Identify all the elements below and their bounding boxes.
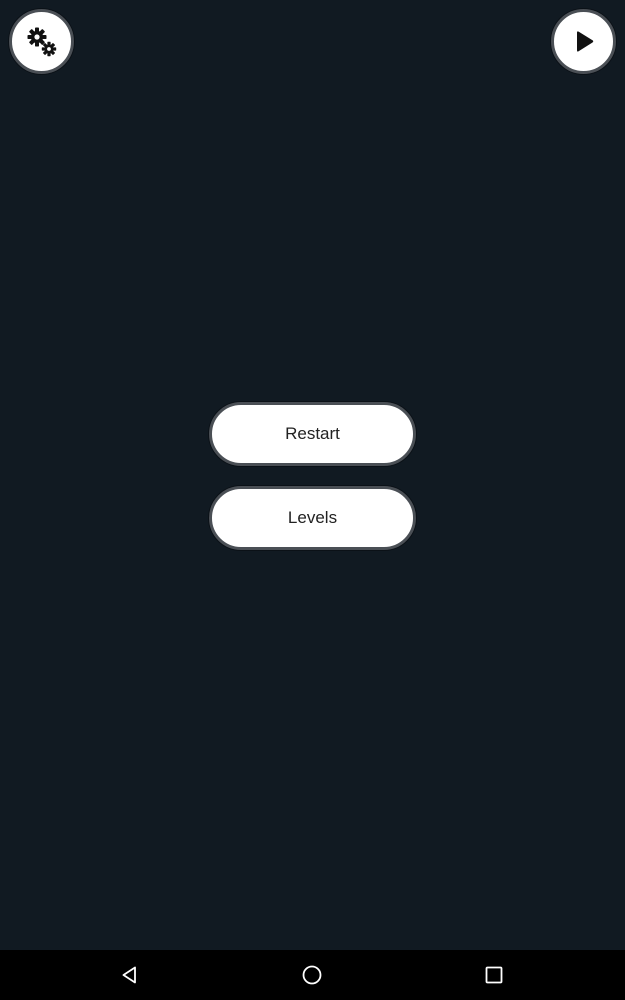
restart-label: Restart <box>285 424 340 443</box>
circle-home-icon <box>302 965 322 985</box>
levels-label: Levels <box>287 508 338 527</box>
play-icon <box>576 30 593 52</box>
triangle-back-icon <box>122 966 136 984</box>
system-navigation-bar <box>0 950 625 1000</box>
restart-button[interactable]: Restart <box>209 402 416 466</box>
settings-button[interactable] <box>9 9 74 74</box>
levels-button[interactable]: Levels <box>209 486 416 550</box>
game-screen: Restart Levels <box>0 0 625 1000</box>
play-button[interactable] <box>551 9 616 74</box>
game-area: Restart Levels <box>0 0 625 950</box>
gears-icon <box>27 27 56 56</box>
home-button[interactable] <box>282 950 342 1000</box>
square-recents-icon <box>485 966 503 984</box>
back-button[interactable] <box>100 950 160 1000</box>
recents-button[interactable] <box>464 950 524 1000</box>
